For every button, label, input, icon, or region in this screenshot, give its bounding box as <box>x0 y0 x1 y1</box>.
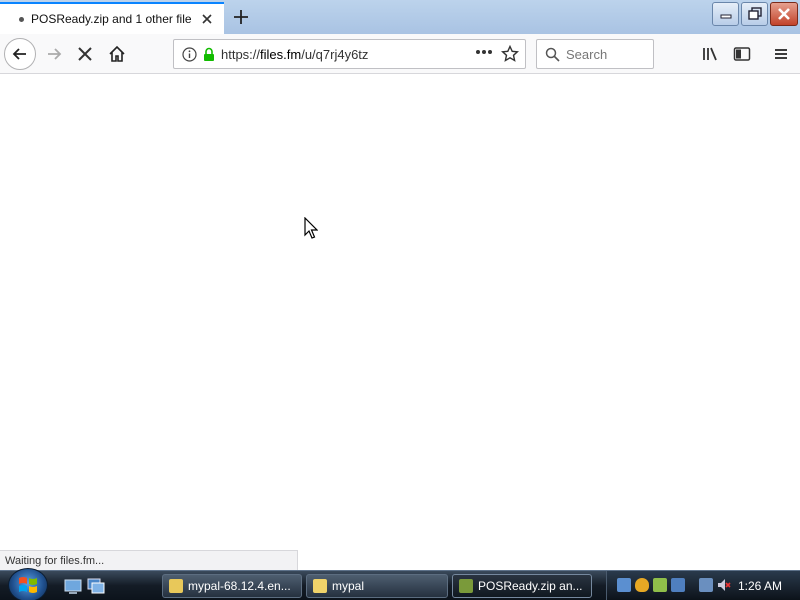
status-bar: Waiting for files.fm... <box>0 550 298 570</box>
tab-active[interactable]: POSReady.zip and 1 other file | <box>0 2 224 34</box>
page-content: Waiting for files.fm... <box>0 74 800 570</box>
new-tab-button[interactable] <box>228 4 254 30</box>
task-label: mypal-68.12.4.en... <box>188 579 291 593</box>
restore-button[interactable] <box>741 2 768 26</box>
window-controls <box>712 2 798 26</box>
search-icon <box>545 47 560 62</box>
url-path: /u/q7rj4y6tz <box>301 46 369 62</box>
back-button[interactable] <box>4 38 36 70</box>
minimize-button[interactable] <box>712 2 739 26</box>
zip-folder-icon <box>169 579 183 593</box>
windows-logo-icon <box>19 577 37 593</box>
network-icon[interactable] <box>699 578 713 592</box>
search-input[interactable]: Search <box>536 39 654 69</box>
loading-dot-icon <box>19 16 24 22</box>
taskbar-item-mypal-folder[interactable]: mypal <box>306 574 448 598</box>
minimize-icon <box>720 14 731 19</box>
task-label: mypal <box>332 579 365 593</box>
folder-icon <box>313 579 327 593</box>
browser-icon <box>459 579 473 593</box>
stop-icon <box>78 47 92 61</box>
sidebar-button[interactable] <box>726 38 758 70</box>
close-tab-icon[interactable] <box>200 12 214 26</box>
mouse-cursor-icon <box>304 216 319 242</box>
tab-title: POSReady.zip and 1 other file | <box>31 12 193 26</box>
page-actions-icon[interactable] <box>475 49 493 55</box>
volume-muted-icon[interactable] <box>717 578 731 592</box>
url-host: files.fm <box>260 46 302 62</box>
arrow-left-icon <box>12 48 26 60</box>
bookmark-star-icon[interactable] <box>501 45 519 63</box>
url-bar[interactable]: https://files.fm/u/q7rj4y6tz <box>173 39 526 69</box>
menu-button[interactable] <box>765 38 797 70</box>
library-button[interactable] <box>694 38 726 70</box>
task-label: POSReady.zip an... <box>478 579 583 593</box>
start-button[interactable] <box>8 568 48 600</box>
close-icon <box>778 8 790 20</box>
network-app-icon[interactable] <box>617 578 631 592</box>
home-button[interactable] <box>101 38 133 70</box>
info-icon[interactable] <box>182 46 197 62</box>
arrow-right-icon <box>48 48 62 60</box>
shield-warning-icon[interactable] <box>635 578 649 592</box>
url-scheme: https:// <box>221 46 261 62</box>
title-bar: POSReady.zip and 1 other file | <box>0 0 800 34</box>
close-window-button[interactable] <box>770 2 798 26</box>
switch-windows-icon[interactable] <box>87 577 105 595</box>
url-text[interactable]: https://files.fm/u/q7rj4y6tz <box>221 47 368 62</box>
hamburger-menu-icon <box>775 49 787 59</box>
search-placeholder: Search <box>566 46 608 62</box>
clock[interactable]: 1:26 AM <box>738 579 782 593</box>
home-icon <box>109 45 125 62</box>
navigation-toolbar: https://files.fm/u/q7rj4y6tz Search <box>0 34 800 74</box>
security-center-icon[interactable] <box>671 578 685 592</box>
show-desktop-icon[interactable] <box>64 577 82 595</box>
lock-icon[interactable] <box>203 47 215 62</box>
forward-button[interactable] <box>38 38 70 70</box>
stop-button[interactable] <box>69 38 101 70</box>
recycle-icon[interactable] <box>653 578 667 592</box>
taskbar-item-mypal-installer[interactable]: mypal-68.12.4.en... <box>162 574 302 598</box>
restore-icon <box>747 7 762 20</box>
plus-icon <box>234 10 248 24</box>
taskbar-item-browser[interactable]: POSReady.zip an... <box>452 574 592 598</box>
library-icon <box>703 47 717 61</box>
sidebar-icon <box>733 47 751 61</box>
taskbar: mypal-68.12.4.en... mypal POSReady.zip a… <box>0 568 800 600</box>
